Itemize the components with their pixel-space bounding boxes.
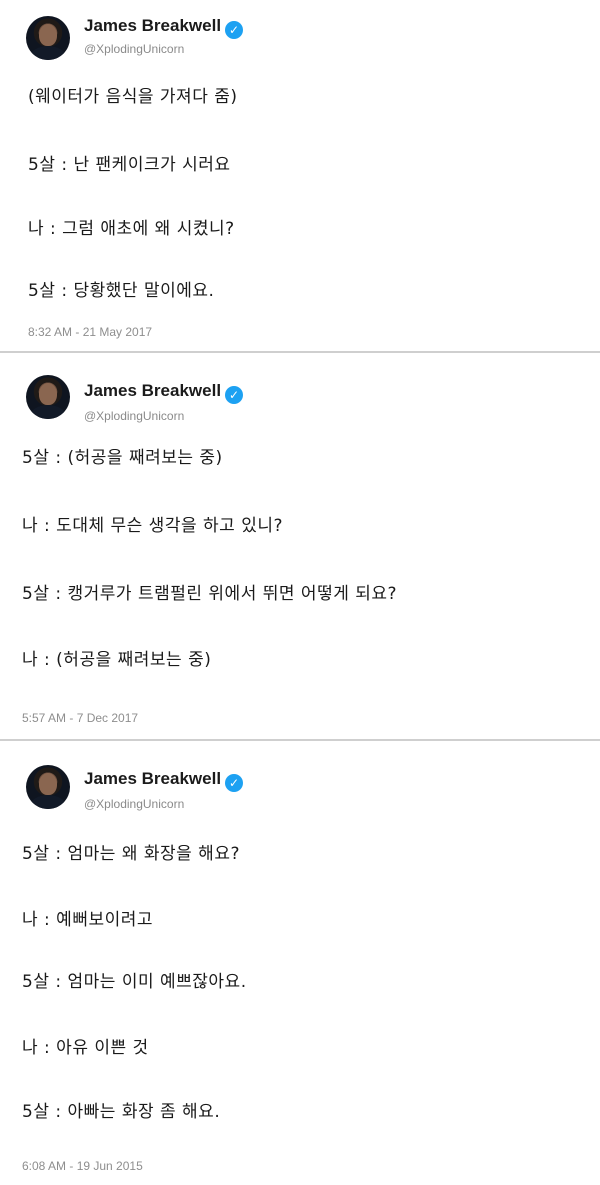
tweet-timestamp[interactable]: 5:57 AM - 7 Dec 2017 — [22, 711, 138, 725]
author-name[interactable]: James Breakwell ✓ — [84, 769, 244, 792]
tweet-text-line: 나 : 아유 이쁜 것 — [22, 1038, 149, 1058]
tweet-card: James Breakwell ✓ @XplodingUnicorn 5살 : 엄… — [0, 741, 600, 1185]
author-handle[interactable]: @XplodingUnicorn — [84, 797, 184, 811]
avatar[interactable] — [26, 375, 70, 419]
tweet-text-line: 5살 : 캥거루가 트램펄린 위에서 뛰면 어떻게 되요? — [22, 584, 398, 604]
author-name[interactable]: James Breakwell ✓ — [84, 381, 244, 404]
tweet-timestamp[interactable]: 8:32 AM - 21 May 2017 — [28, 325, 152, 339]
verified-check-icon: ✓ — [225, 774, 244, 792]
tweet-text-line: 5살 : 당황했단 말이에요. — [28, 281, 215, 301]
tweet-text-line: 5살 : 아빠는 화장 좀 해요. — [22, 1102, 221, 1122]
tweet-timestamp[interactable]: 6:08 AM - 19 Jun 2015 — [22, 1159, 143, 1173]
tweet-text-line: (웨이터가 음식을 가져다 줌) — [28, 87, 238, 107]
avatar[interactable] — [26, 16, 70, 60]
author-handle[interactable]: @XplodingUnicorn — [84, 42, 184, 56]
tweet-text-line: 나 : (허공을 째려보는 중) — [22, 650, 212, 670]
tweet-text-line: 5살 : 난 팬케이크가 시러요 — [28, 155, 231, 175]
tweet-card: James Breakwell ✓ @XplodingUnicorn 5살 : (… — [0, 353, 600, 739]
tweet-text-line: 5살 : 엄마는 이미 예쁘잖아요. — [22, 972, 247, 992]
avatar[interactable] — [26, 765, 70, 809]
tweet-text-line: 나 : 도대체 무슨 생각을 하고 있니? — [22, 516, 283, 536]
verified-check-icon: ✓ — [225, 21, 244, 39]
tweet-text-line: 나 : 그럼 애초에 왜 시켰니? — [28, 219, 235, 239]
author-handle[interactable]: @XplodingUnicorn — [84, 409, 184, 423]
tweet-card: James Breakwell ✓ @XplodingUnicorn (웨이터가 … — [0, 0, 600, 350]
author-name[interactable]: James Breakwell ✓ — [84, 16, 244, 39]
tweet-text-line: 5살 : 엄마는 왜 화장을 해요? — [22, 844, 240, 864]
verified-check-icon: ✓ — [225, 386, 244, 404]
tweet-text-line: 5살 : (허공을 째려보는 중) — [22, 448, 223, 468]
tweet-text-line: 나 : 예뻐보이려고 — [22, 910, 154, 930]
